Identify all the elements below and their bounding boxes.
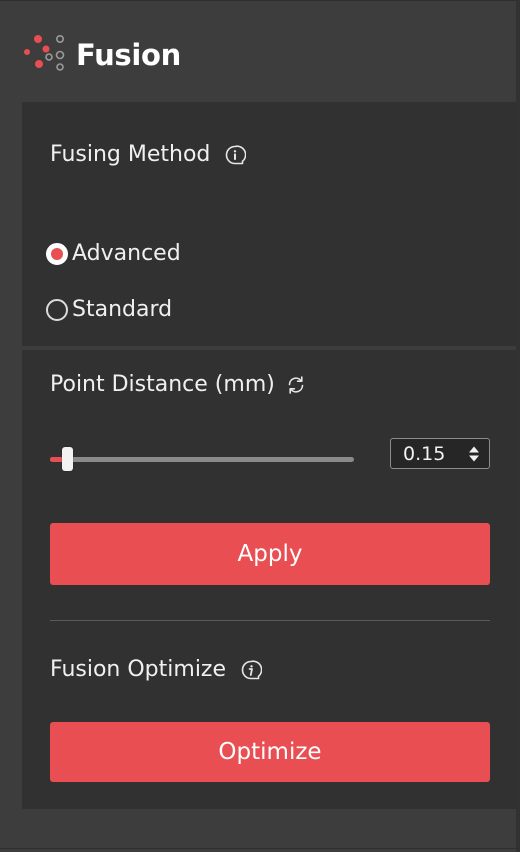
top-border [0,0,520,1]
radio-button-unchecked[interactable] [46,298,68,321]
radio-button-checked[interactable] [46,242,68,265]
fusing-method-title: Fusing Method [50,142,211,167]
point-distance-panel: Point Distance (mm) 0.15 Apply Fusion Op… [22,350,516,809]
fusion-logo-icon [22,30,76,80]
point-distance-value[interactable]: 0.15 [403,443,467,465]
right-edge [516,0,520,852]
radio-advanced[interactable]: Advanced [46,241,181,266]
info-icon[interactable] [224,144,247,166]
app-header: Fusion [22,30,181,80]
slider-thumb[interactable] [62,447,73,471]
point-distance-input[interactable]: 0.15 [390,438,490,469]
fusion-optimize-title: Fusion Optimize [50,657,227,682]
point-distance-title: Point Distance (mm) [50,372,275,397]
optimize-button[interactable]: Optimize [50,722,490,782]
section-divider [50,620,490,621]
radio-advanced-label: Advanced [72,241,181,266]
info-icon[interactable] [240,659,263,681]
refresh-icon[interactable] [285,374,307,396]
slider-track[interactable] [50,457,354,462]
fusion-optimize-header: Fusion Optimize [50,657,263,682]
fusing-method-header: Fusing Method [50,142,247,167]
bottom-border [0,848,520,849]
radio-standard-label: Standard [72,297,173,322]
fusing-method-panel: Fusing Method Advanced Standard [22,102,516,346]
radio-standard[interactable]: Standard [46,297,172,322]
app-title: Fusion [76,37,181,72]
apply-button[interactable]: Apply [50,523,490,585]
point-distance-header: Point Distance (mm) [50,374,307,396]
point-distance-slider[interactable] [50,446,354,472]
spinner-arrows-icon[interactable] [467,443,481,465]
